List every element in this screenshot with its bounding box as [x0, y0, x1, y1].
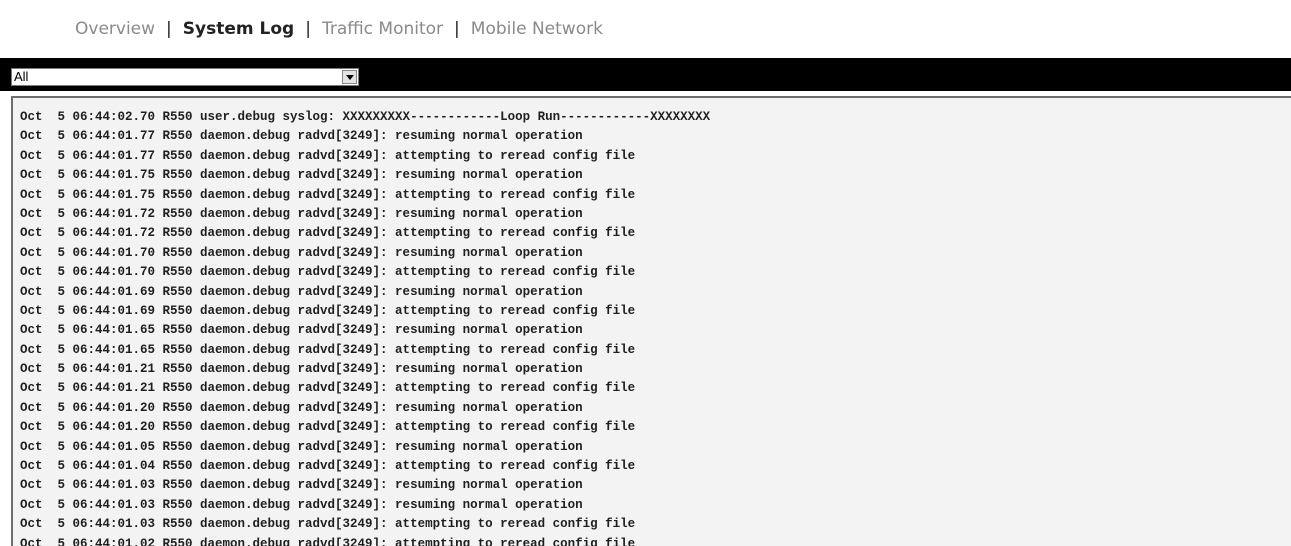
log-line: Oct 5 06:44:01.02 R550 daemon.debug radv… — [20, 536, 636, 546]
chevron-down-icon — [346, 75, 354, 80]
tab-bar: Overview | System Log | Traffic Monitor … — [0, 0, 1291, 58]
log-line: Oct 5 06:44:01.72 R550 daemon.debug radv… — [20, 206, 583, 221]
tab-overview[interactable]: Overview — [75, 19, 155, 39]
log-line: Oct 5 06:44:01.20 R550 daemon.debug radv… — [20, 420, 636, 435]
log-line: Oct 5 06:44:01.72 R550 daemon.debug radv… — [20, 226, 636, 241]
dropdown-button[interactable] — [342, 70, 357, 84]
log-line: Oct 5 06:44:01.75 R550 daemon.debug radv… — [20, 168, 583, 183]
log-line: Oct 5 06:44:01.20 R550 daemon.debug radv… — [20, 400, 583, 415]
log-line: Oct 5 06:44:01.21 R550 daemon.debug radv… — [20, 381, 636, 396]
log-line: Oct 5 06:44:01.65 R550 daemon.debug radv… — [20, 342, 636, 357]
log-line: Oct 5 06:44:01.03 R550 daemon.debug radv… — [20, 478, 583, 493]
log-line: Oct 5 06:44:01.70 R550 daemon.debug radv… — [20, 245, 583, 260]
log-line: Oct 5 06:44:01.21 R550 daemon.debug radv… — [20, 362, 583, 377]
tab-mobile-network[interactable]: Mobile Network — [471, 19, 603, 39]
log-line: Oct 5 06:44:02.70 R550 user.debug syslog… — [20, 110, 711, 124]
log-line: Oct 5 06:44:01.75 R550 daemon.debug radv… — [20, 187, 636, 202]
system-log-output[interactable]: Oct 5 06:44:02.70 R550 user.debug syslog… — [11, 96, 1291, 546]
log-line: Oct 5 06:44:01.05 R550 daemon.debug radv… — [20, 439, 583, 454]
tab-separator: | — [454, 19, 460, 39]
log-line: Oct 5 06:44:01.03 R550 daemon.debug radv… — [20, 517, 636, 532]
log-filter-select[interactable]: All — [11, 68, 359, 86]
log-line: Oct 5 06:44:01.77 R550 daemon.debug radv… — [20, 148, 636, 163]
tab-separator: | — [166, 19, 172, 39]
tab-separator: | — [305, 19, 311, 39]
log-filter-value: All — [14, 69, 29, 84]
log-line: Oct 5 06:44:01.04 R550 daemon.debug radv… — [20, 459, 636, 474]
tab-traffic-monitor[interactable]: Traffic Monitor — [322, 19, 443, 39]
log-line: Oct 5 06:44:01.03 R550 daemon.debug radv… — [20, 497, 583, 512]
log-line: Oct 5 06:44:01.69 R550 daemon.debug radv… — [20, 303, 636, 318]
log-line: Oct 5 06:44:01.69 R550 daemon.debug radv… — [20, 284, 583, 299]
tab-system-log[interactable]: System Log — [183, 19, 294, 39]
log-line: Oct 5 06:44:01.65 R550 daemon.debug radv… — [20, 323, 583, 338]
log-line: Oct 5 06:44:01.77 R550 daemon.debug radv… — [20, 129, 583, 144]
log-line: Oct 5 06:44:01.70 R550 daemon.debug radv… — [20, 265, 636, 280]
